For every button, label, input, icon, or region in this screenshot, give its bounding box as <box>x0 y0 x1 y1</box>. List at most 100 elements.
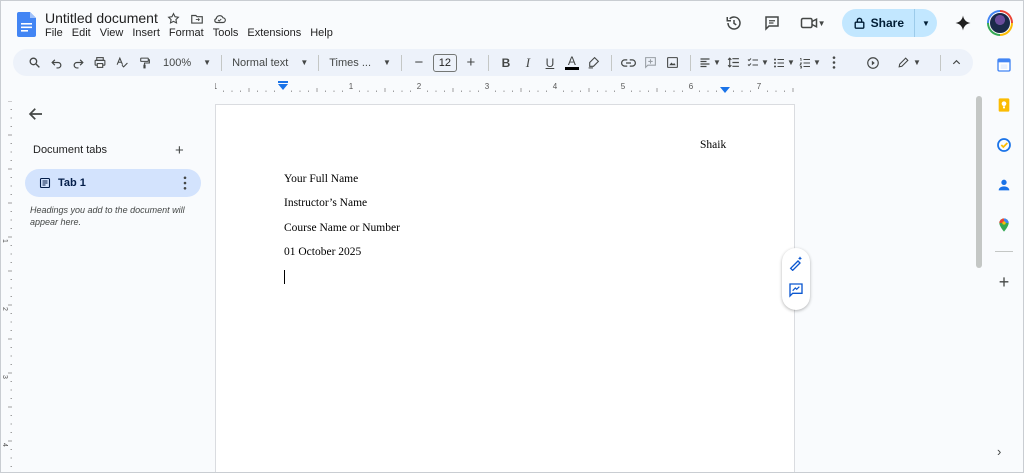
chevron-right-icon[interactable]: › <box>997 444 1001 459</box>
chevron-down-icon: ▼ <box>300 58 309 67</box>
menu-edit[interactable]: Edit <box>72 27 96 39</box>
menu-tools[interactable]: Tools <box>213 27 244 39</box>
avatar[interactable] <box>987 10 1013 36</box>
tab-more-options-icon[interactable] <box>183 176 187 190</box>
comment-icon[interactable] <box>760 11 784 35</box>
document-line[interactable]: 01 October 2025 <box>284 246 361 258</box>
calendar-icon[interactable] <box>994 55 1014 75</box>
pageless-toggle-icon[interactable] <box>862 49 884 76</box>
font-family-select[interactable]: Times ... ▼ <box>325 49 395 76</box>
menu-help[interactable]: Help <box>310 27 338 39</box>
help-me-write-icon[interactable] <box>788 255 804 276</box>
underline-button[interactable]: U <box>539 49 561 76</box>
cloud-saved-icon[interactable] <box>211 10 228 27</box>
document-line[interactable]: Your Full Name <box>284 173 358 185</box>
back-arrow-icon[interactable] <box>27 105 45 123</box>
numbered-list-select[interactable]: ▼ <box>797 49 823 76</box>
share-button-group: Share ▼ <box>841 9 937 37</box>
ruler-label: 1 <box>215 82 218 91</box>
chevron-up-icon[interactable] <box>945 49 967 76</box>
text-color-swatch <box>564 66 579 70</box>
insert-image-icon[interactable] <box>662 49 684 76</box>
ruler-label: 2 <box>417 82 422 91</box>
tab-label: Tab 1 <box>58 177 86 189</box>
get-addons-icon[interactable]: + <box>994 272 1014 292</box>
ruler-label: 6 <box>689 82 694 91</box>
menu-insert[interactable]: Insert <box>132 27 165 39</box>
vertical-scrollbar[interactable] <box>976 96 982 268</box>
add-tab-button[interactable]: + <box>175 142 184 159</box>
document-line[interactable]: Instructor’s Name <box>284 197 367 209</box>
gemini-icon[interactable] <box>951 11 975 35</box>
line-spacing-icon[interactable] <box>723 49 745 76</box>
spellcheck-icon[interactable] <box>111 49 133 76</box>
redo-icon[interactable] <box>67 49 89 76</box>
paint-format-icon[interactable] <box>133 49 155 76</box>
ruler-label: 5 <box>621 82 626 91</box>
menu-extensions[interactable]: Extensions <box>247 27 306 39</box>
document-page[interactable] <box>215 104 795 472</box>
italic-button[interactable]: I <box>517 49 539 76</box>
share-dropdown-button[interactable]: ▼ <box>915 9 937 37</box>
checklist-select[interactable]: ▼ <box>745 49 771 76</box>
first-line-indent-marker-icon[interactable] <box>278 81 288 83</box>
text-color-button[interactable]: A <box>561 49 583 76</box>
menu-view[interactable]: View <box>100 27 129 39</box>
chevron-down-icon: ▼ <box>203 58 212 67</box>
editing-mode-select[interactable]: ▼ <box>894 49 924 76</box>
text-color-letter: A <box>567 53 576 68</box>
horizontal-ruler[interactable]: 1 1 2 3 4 5 6 7 <box>215 81 795 95</box>
toolbar-divider <box>940 54 941 71</box>
decrease-font-size-button[interactable]: − <box>408 49 430 76</box>
move-folder-icon[interactable] <box>188 10 205 27</box>
text-cursor <box>284 270 285 284</box>
lock-icon <box>854 17 865 29</box>
menu-file[interactable]: File <box>45 27 68 39</box>
toolbar-divider <box>487 54 489 71</box>
ruler-label: 1 <box>349 82 354 91</box>
keep-icon[interactable] <box>994 95 1014 115</box>
maps-icon[interactable] <box>994 215 1014 235</box>
search-menus-icon[interactable] <box>23 49 45 76</box>
increase-font-size-button[interactable]: + <box>460 49 482 76</box>
chevron-down-icon: ▼ <box>786 58 795 67</box>
zoom-value: 100% <box>163 56 192 69</box>
print-icon[interactable] <box>89 49 111 76</box>
docs-logo-icon[interactable] <box>17 12 36 37</box>
highlight-color-icon[interactable] <box>583 49 605 76</box>
menu-format[interactable]: Format <box>169 27 209 39</box>
star-icon[interactable] <box>165 10 182 27</box>
share-button[interactable]: Share <box>842 9 915 37</box>
ruler-label: 7 <box>757 82 762 91</box>
toolbar-divider <box>221 54 223 71</box>
add-comment-icon[interactable] <box>640 49 662 76</box>
zoom-select[interactable]: 100% ▼ <box>159 49 215 76</box>
bulleted-list-select[interactable]: ▼ <box>771 49 797 76</box>
meet-icon[interactable]: ▼ <box>798 11 828 35</box>
vertical-ruler[interactable]: 1 2 3 4 <box>1 101 13 473</box>
document-line[interactable]: Course Name or Number <box>284 222 400 234</box>
contacts-icon[interactable] <box>994 175 1014 195</box>
history-icon[interactable] <box>722 11 746 35</box>
vruler-label: 3 <box>1 375 8 379</box>
insert-link-icon[interactable] <box>618 49 640 76</box>
meet-dropdown-icon[interactable]: ▼ <box>818 19 826 28</box>
paragraph-style-select[interactable]: Normal text ▼ <box>228 49 312 76</box>
bold-button[interactable]: B <box>495 49 517 76</box>
sidebar-item-tab-1[interactable]: Tab 1 <box>25 169 201 197</box>
toolbar-divider <box>610 54 612 71</box>
align-left-icon <box>700 57 710 67</box>
ruler-label: 4 <box>553 82 558 91</box>
document-title[interactable]: Untitled document <box>45 10 158 26</box>
tasks-icon[interactable] <box>994 135 1014 155</box>
header-surname[interactable]: Shaik <box>700 139 726 151</box>
undo-icon[interactable] <box>45 49 67 76</box>
chevron-down-icon: ▼ <box>760 58 769 67</box>
right-indent-marker-icon[interactable] <box>720 87 730 93</box>
left-indent-marker-icon[interactable] <box>278 84 288 90</box>
font-size-input[interactable]: 12 <box>432 53 457 72</box>
align-select[interactable]: ▼ <box>697 49 723 76</box>
toolbar-divider <box>689 54 691 71</box>
add-comment-float-icon[interactable] <box>788 282 804 303</box>
more-options-icon[interactable] <box>823 49 845 76</box>
